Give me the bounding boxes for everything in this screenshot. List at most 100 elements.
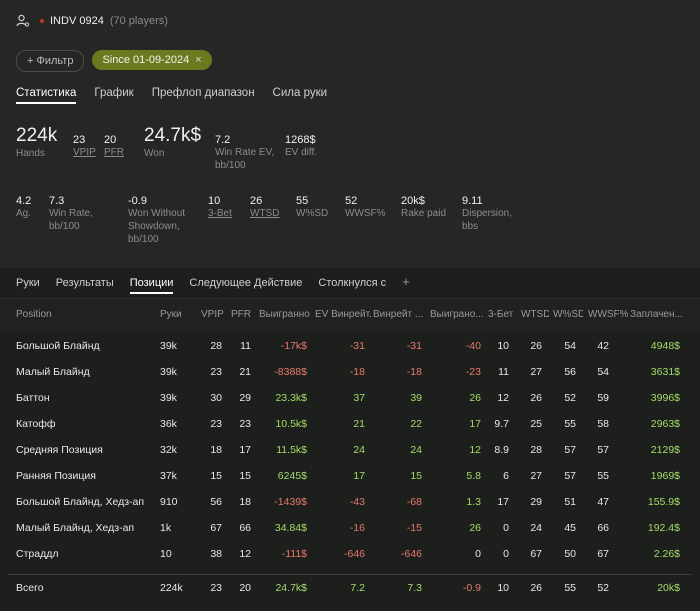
table-cell: 66 [597,522,609,534]
tab-hand-strength[interactable]: Сила руки [273,87,328,104]
column-header[interactable]: Руки [160,309,190,320]
column-header[interactable]: W%SD [553,309,583,320]
table-cell: 224k [160,582,183,594]
table-cell: 26 [530,340,542,352]
table-cell: -68 [406,496,422,508]
stat-label: EV diff. [285,147,318,158]
column-header[interactable]: EV Винрейт... [315,309,371,320]
stat-wwsf: 52 WWSF% [345,195,386,220]
table-cell: -40 [465,340,481,352]
tab-positions[interactable]: Позиции [129,277,174,294]
table-row[interactable]: Малый Блайнд, Хедз-ап 1k 67 66 34.84$ -16 -15 2… [0,516,700,542]
table-row[interactable]: Баттон 39k 30 29 23.3k$ 37 39 26 12 26 52 59 3996$ [0,386,700,412]
table-row[interactable]: Большой Блайнд, Хедз-ап 910 56 18 -1439$ -43 -… [0,490,700,516]
table-cell: -0.9 [462,582,481,594]
summary-panel: INDV 0924 (70 players) + Фильтр Since 01… [0,0,700,268]
total-row[interactable]: Всего 224k 23 20 24.7k$ 7.2 7.3 -0.9 10 26 55 52 20k… [0,576,700,602]
table-row[interactable]: Катофф 36k 23 23 10.5k$ 21 22 17 9.7 25 55 58 2963$ [0,412,700,438]
stat-won: 24.7k$ Won [144,125,201,160]
tab-statistics[interactable]: Статистика [16,87,77,104]
tab-faced[interactable]: Столкнулся с [318,277,386,294]
table-cell: 29 [239,392,251,404]
table-cell: -17k$ [280,340,307,352]
add-tab-icon[interactable]: + [402,274,410,294]
table-cell: -31 [349,340,365,352]
column-header[interactable]: Заплачен... [630,309,685,320]
stat-label[interactable]: VPIP [73,146,96,159]
status-dot [40,19,44,23]
table-cell: 50 [564,548,576,560]
tab-chart[interactable]: График [94,87,133,104]
table-cell: 20 [239,582,251,594]
table-cell: 52 [564,392,576,404]
table-cell: 59 [597,392,609,404]
table-row[interactable]: Малый Блайнд 39k 23 21 -8388$ -18 -18 -23 11 27 56… [0,360,700,386]
top-tabs: Статистика График Префлоп диапазон Сила … [16,87,327,104]
column-header[interactable]: Винрейт ... [373,309,427,320]
table-cell: 6 [503,470,509,482]
stat-value: 24.7k$ [144,125,202,146]
column-header[interactable]: WWSF% [588,309,628,320]
table-cell: 67 [210,522,222,534]
table-cell: 28 [530,444,542,456]
column-header[interactable]: WTSD [521,309,549,320]
position-name: Большой Блайнд, Хедз-ап [16,496,145,508]
table-cell: -23 [465,366,481,378]
tab-next-action[interactable]: Следующее Действие [189,277,302,294]
stat-label: Hands [16,148,45,159]
table-cell: 10.5k$ [275,418,307,430]
filter-chips: + Фильтр Since 01-09-2024 × [16,50,212,72]
stat-label: WWSF% [345,208,386,219]
page-title: INDV 0924 [50,15,104,27]
table-row[interactable]: Большой Блайнд 39k 28 11 -17k$ -31 -31 -40 10 26 5… [0,334,700,360]
table-cell: 2963$ [650,418,680,430]
table-cell: 24 [410,444,422,456]
add-filter-button[interactable]: + Фильтр [16,50,85,72]
tab-results[interactable]: Результаты [56,277,114,294]
table-row[interactable]: Ранняя Позиция 37k 15 15 6245$ 17 15 5.8 6 27 57 55… [0,464,700,490]
table-cell: 15 [210,470,222,482]
column-header[interactable]: Position [16,309,116,320]
user-settings-icon[interactable] [16,14,30,28]
tab-hands[interactable]: Руки [16,277,40,294]
close-icon[interactable]: × [195,54,201,66]
stat-label[interactable]: 3-Bet [208,207,232,220]
table-cell: 25 [530,418,542,430]
table-cell: 17 [239,444,251,456]
table-cell: 0 [503,548,509,560]
column-header[interactable]: 3-Бет [488,309,516,320]
table-cell: -8388$ [274,366,307,378]
stat-wtsd: 26 WTSD [250,195,279,220]
stat-value: 52 [345,195,358,207]
table-row[interactable]: Средняя Позиция 32k 18 17 11.5k$ 24 24 12 8.9 28 5… [0,438,700,464]
date-filter-chip[interactable]: Since 01-09-2024 × [92,50,212,70]
table-cell: 11 [498,366,509,378]
table-cell: 7.3 [407,582,422,594]
stat-value: 4.2 [16,195,32,207]
column-header[interactable]: PFR [231,309,257,320]
stat-label[interactable]: WTSD [250,207,279,220]
position-name: Катофф [16,418,56,430]
stat-label[interactable]: PFR [104,146,124,159]
table-row[interactable]: Страддл 10 38 12 -111$ -646 -646 0 0 67 50 67 2.26$ [0,542,700,568]
table-cell: 51 [564,496,576,508]
stat-label: W%SD [296,208,329,219]
stat-value: 20k$ [401,195,425,207]
position-name: Страддл [16,548,59,560]
table-cell: 27 [530,366,542,378]
stat-label: Won Without [128,208,186,219]
table-cell: 22 [410,418,422,430]
column-header[interactable]: Выиграно... [430,309,484,320]
position-name: Малый Блайнд, Хедз-ап [16,522,135,534]
table-cell: 3996$ [650,392,680,404]
table-cell: 12 [497,392,509,404]
table-cell: 155.9$ [647,496,680,508]
table-cell: -1439$ [274,496,307,508]
table-cell: 2.26$ [653,548,680,560]
table-cell: 1.3 [466,496,481,508]
tab-preflop-range[interactable]: Префлоп диапазон [152,87,255,104]
column-header[interactable]: VPIP [201,309,227,320]
column-header[interactable]: Выигранно [259,309,313,320]
table-cell: 57 [564,444,576,456]
table-cell: 37 [353,392,365,404]
